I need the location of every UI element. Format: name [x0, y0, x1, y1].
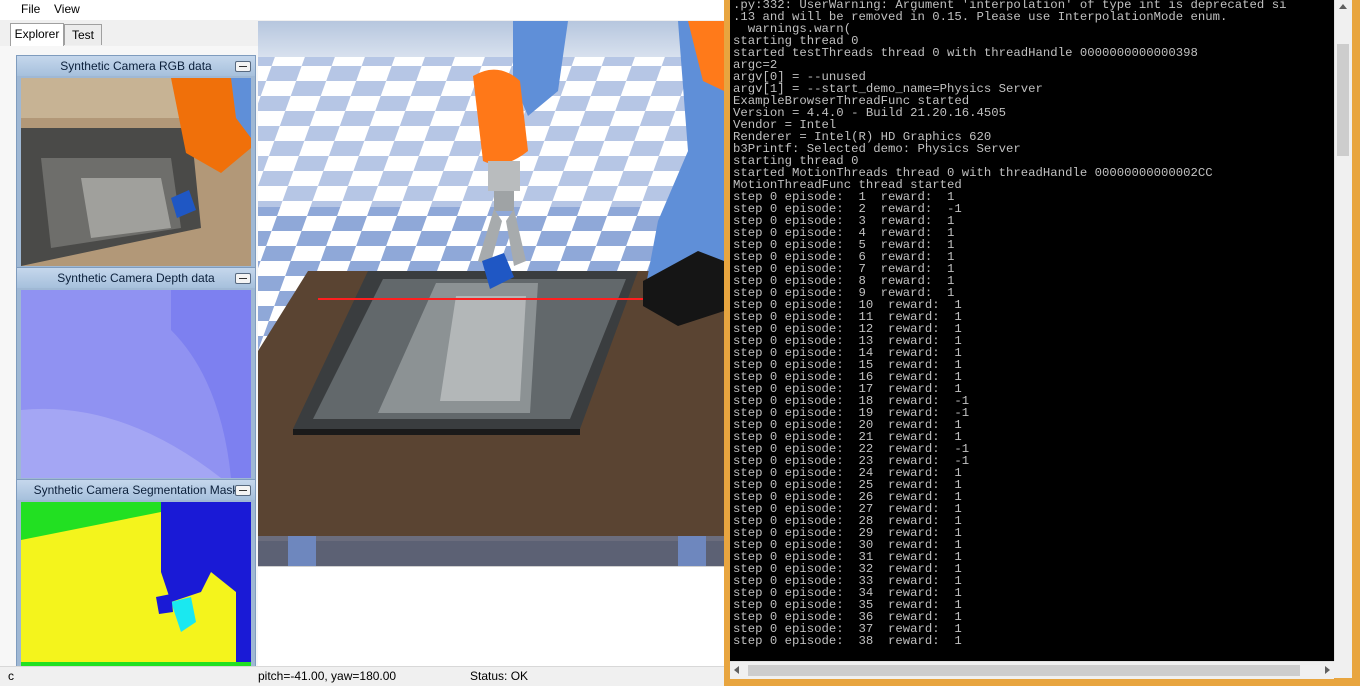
- depth-camera-panel[interactable]: Synthetic Camera Depth data: [16, 267, 256, 481]
- scroll-thumb[interactable]: [1337, 44, 1349, 156]
- scrollbar-corner: [1334, 661, 1352, 678]
- scene-render: [258, 21, 724, 566]
- 3d-viewport[interactable]: [258, 21, 724, 566]
- console-vertical-scrollbar[interactable]: [1334, 0, 1352, 661]
- console-line: step 0 episode: 38 reward: 1: [733, 634, 962, 648]
- console-window: .py:332: UserWarning: Argument 'interpol…: [724, 0, 1360, 686]
- rgb-camera-image: [21, 78, 251, 266]
- tab-explorer[interactable]: Explorer: [10, 23, 64, 46]
- example-browser-window: File View Rc Explorer Test: [0, 0, 724, 686]
- console-text: .py:332: UserWarning: Argument 'interpol…: [733, 0, 1286, 647]
- scroll-up-arrow-icon[interactable]: [1339, 4, 1347, 9]
- seg-panel-title: Synthetic Camera Segmentation Mask: [17, 480, 255, 500]
- console-line: started testThreads thread 0 with thread…: [733, 46, 1198, 60]
- depth-panel-title: Synthetic Camera Depth data: [17, 268, 255, 288]
- segmentation-image: [21, 502, 251, 686]
- status-bar: c pitch=-41.00, yaw=180.00 Status: OK: [0, 666, 724, 686]
- status-camera-text: c: [8, 669, 14, 683]
- status-camera-pose: pitch=-41.00, yaw=180.00: [258, 669, 397, 683]
- hscroll-thumb[interactable]: [748, 665, 1300, 676]
- segmentation-camera-panel[interactable]: Synthetic Camera Segmentation Mask: [16, 479, 256, 686]
- depth-minimize-button[interactable]: [235, 273, 251, 284]
- rgb-panel-title: Synthetic Camera RGB data: [17, 56, 255, 76]
- log-area: [258, 566, 724, 667]
- rgb-camera-panel[interactable]: Synthetic Camera RGB data: [16, 55, 256, 269]
- status-state: Status: OK: [470, 669, 529, 683]
- scroll-right-arrow-icon[interactable]: [1325, 666, 1330, 674]
- rgb-minimize-button[interactable]: [235, 61, 251, 72]
- console-horizontal-scrollbar[interactable]: [730, 661, 1334, 679]
- menu-file[interactable]: File: [21, 2, 40, 16]
- console-output[interactable]: .py:332: UserWarning: Argument 'interpol…: [730, 0, 1334, 661]
- scroll-left-arrow-icon[interactable]: [734, 666, 739, 674]
- depth-camera-image: [21, 290, 251, 478]
- menu-view[interactable]: View: [54, 2, 80, 16]
- tab-test[interactable]: Test: [64, 24, 102, 45]
- menu-bar: File View: [0, 0, 724, 20]
- seg-minimize-button[interactable]: [235, 485, 251, 496]
